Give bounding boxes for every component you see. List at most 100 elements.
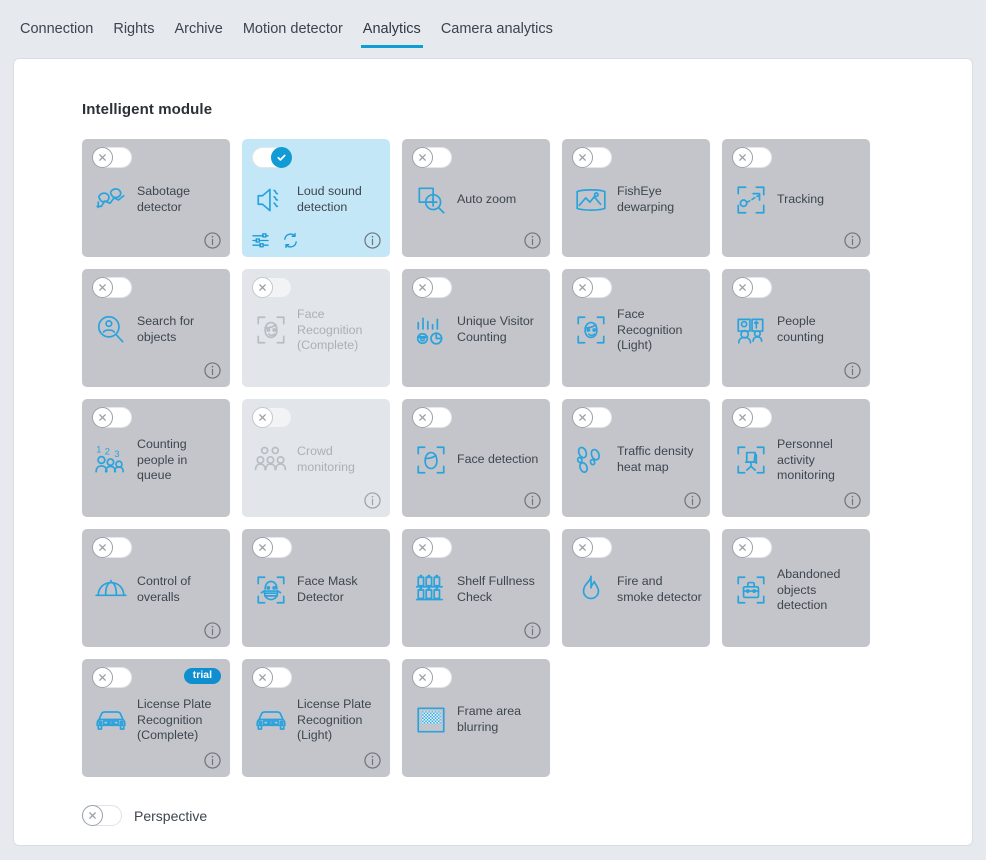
module-body: Auto zoom — [412, 177, 542, 223]
module-toggle[interactable] — [572, 147, 612, 168]
toggle-knob-close-icon — [92, 147, 113, 168]
module-card[interactable]: Face Recognition (Complete) — [242, 269, 390, 387]
module-label: Fire and smoke detector — [617, 574, 702, 604]
module-toggle[interactable] — [252, 407, 292, 428]
tab-archive[interactable]: Archive — [164, 15, 232, 48]
module-card[interactable]: Search for objects — [82, 269, 230, 387]
module-label: Face detection — [457, 452, 539, 467]
module-card[interactable]: Tracking — [722, 139, 870, 257]
info-icon[interactable] — [364, 491, 381, 509]
info-icon[interactable] — [844, 361, 861, 379]
module-toggle[interactable] — [252, 147, 292, 168]
module-label: Tracking — [777, 192, 825, 207]
module-label: Face Mask Detector — [297, 574, 358, 604]
module-card[interactable]: Face Recognition (Light) — [562, 269, 710, 387]
info-icon[interactable] — [364, 231, 381, 249]
module-toggle[interactable] — [732, 537, 772, 558]
module-actions — [412, 229, 541, 251]
module-toggle[interactable] — [412, 537, 452, 558]
toggle-knob-close-icon — [92, 667, 113, 688]
module-toggle[interactable] — [732, 277, 772, 298]
module-label: Frame area blurring — [457, 704, 522, 734]
tab-camera-analytics[interactable]: Camera analytics — [431, 15, 563, 48]
info-icon[interactable] — [844, 231, 861, 249]
info-icon[interactable] — [204, 361, 221, 379]
info-icon[interactable] — [844, 491, 861, 509]
settings-icon[interactable] — [252, 232, 269, 249]
crowd-monitoring-icon — [252, 440, 290, 480]
info-icon[interactable] — [524, 621, 541, 639]
info-icon[interactable] — [364, 751, 381, 769]
module-card[interactable]: Control of overalls — [82, 529, 230, 647]
module-card[interactable]: Fire and smoke detector — [562, 529, 710, 647]
module-card[interactable]: Abandoned objects detection — [722, 529, 870, 647]
toggle-knob-close-icon — [572, 407, 593, 428]
module-actions — [732, 359, 861, 381]
info-icon[interactable] — [524, 231, 541, 249]
info-icon[interactable] — [684, 491, 701, 509]
module-card[interactable]: Traffic density heat map — [562, 399, 710, 517]
module-label: Face Recognition (Complete) — [297, 307, 363, 353]
module-card[interactable]: Shelf Fullness Check — [402, 529, 550, 647]
toggle-knob-close-icon — [92, 407, 113, 428]
info-icon[interactable] — [524, 491, 541, 509]
module-card[interactable]: trial License Plate Recognition (Complete… — [82, 659, 230, 777]
module-toggle[interactable] — [92, 147, 132, 168]
perspective-toggle[interactable] — [82, 805, 122, 826]
counting-people-queue-icon: 123 — [92, 440, 130, 480]
module-body: Traffic density heat map — [572, 437, 702, 483]
module-card[interactable]: Loud sound detection — [242, 139, 390, 257]
module-card[interactable]: FishEye dewarping — [562, 139, 710, 257]
module-toggle[interactable] — [572, 407, 612, 428]
module-toggle[interactable] — [572, 277, 612, 298]
tracking-icon — [732, 180, 770, 220]
fire-smoke-detector-icon — [572, 570, 610, 610]
module-toggle[interactable] — [92, 407, 132, 428]
tab-analytics[interactable]: Analytics — [353, 15, 431, 48]
toggle-knob-close-icon — [252, 277, 273, 298]
module-toggle[interactable] — [92, 537, 132, 558]
info-icon[interactable] — [204, 621, 221, 639]
module-toggle[interactable] — [252, 667, 292, 688]
module-card[interactable]: Unique Visitor Counting — [402, 269, 550, 387]
info-icon[interactable] — [204, 751, 221, 769]
traffic-density-heatmap-icon — [572, 440, 610, 480]
module-card[interactable]: Frame area blurring — [402, 659, 550, 777]
module-body: Fire and smoke detector — [572, 567, 702, 613]
license-plate-icon — [252, 700, 290, 740]
module-card[interactable]: People counting — [722, 269, 870, 387]
toggle-knob-close-icon — [412, 537, 433, 558]
perspective-row: Perspective — [82, 805, 972, 826]
module-toggle[interactable] — [412, 277, 452, 298]
module-toggle[interactable] — [732, 147, 772, 168]
module-card[interactable]: Personnel activity monitoring — [722, 399, 870, 517]
toggle-knob-close-icon — [732, 147, 753, 168]
module-label: Abandoned objects detection — [777, 567, 841, 613]
module-toggle[interactable] — [572, 537, 612, 558]
module-card[interactable]: Sabotage detector — [82, 139, 230, 257]
module-toggle[interactable] — [252, 537, 292, 558]
page-title: Intelligent module — [82, 101, 213, 118]
tab-motion-detector[interactable]: Motion detector — [233, 15, 353, 48]
module-toggle[interactable] — [92, 277, 132, 298]
module-toggle[interactable] — [252, 277, 292, 298]
module-toggle[interactable] — [412, 667, 452, 688]
module-toggle[interactable] — [412, 407, 452, 428]
perspective-label: Perspective — [134, 807, 208, 824]
module-card[interactable]: 1 2 3 Counting people in queue — [82, 399, 230, 517]
info-icon[interactable] — [204, 231, 221, 249]
module-card[interactable]: Face detection — [402, 399, 550, 517]
module-card[interactable]: License Plate Recognition (Light) — [242, 659, 390, 777]
module-toggle[interactable] — [412, 147, 452, 168]
module-card[interactable]: Crowd monitoring — [242, 399, 390, 517]
tab-rights[interactable]: Rights — [103, 15, 164, 48]
module-toggle[interactable] — [732, 407, 772, 428]
search-for-objects-icon — [92, 310, 130, 350]
toggle-knob-close-icon — [252, 667, 273, 688]
tab-connection[interactable]: Connection — [10, 15, 103, 48]
module-card[interactable]: Face Mask Detector — [242, 529, 390, 647]
sync-icon[interactable] — [282, 232, 299, 249]
module-label: Loud sound detection — [297, 184, 362, 214]
module-card[interactable]: Auto zoom — [402, 139, 550, 257]
module-toggle[interactable] — [92, 667, 132, 688]
